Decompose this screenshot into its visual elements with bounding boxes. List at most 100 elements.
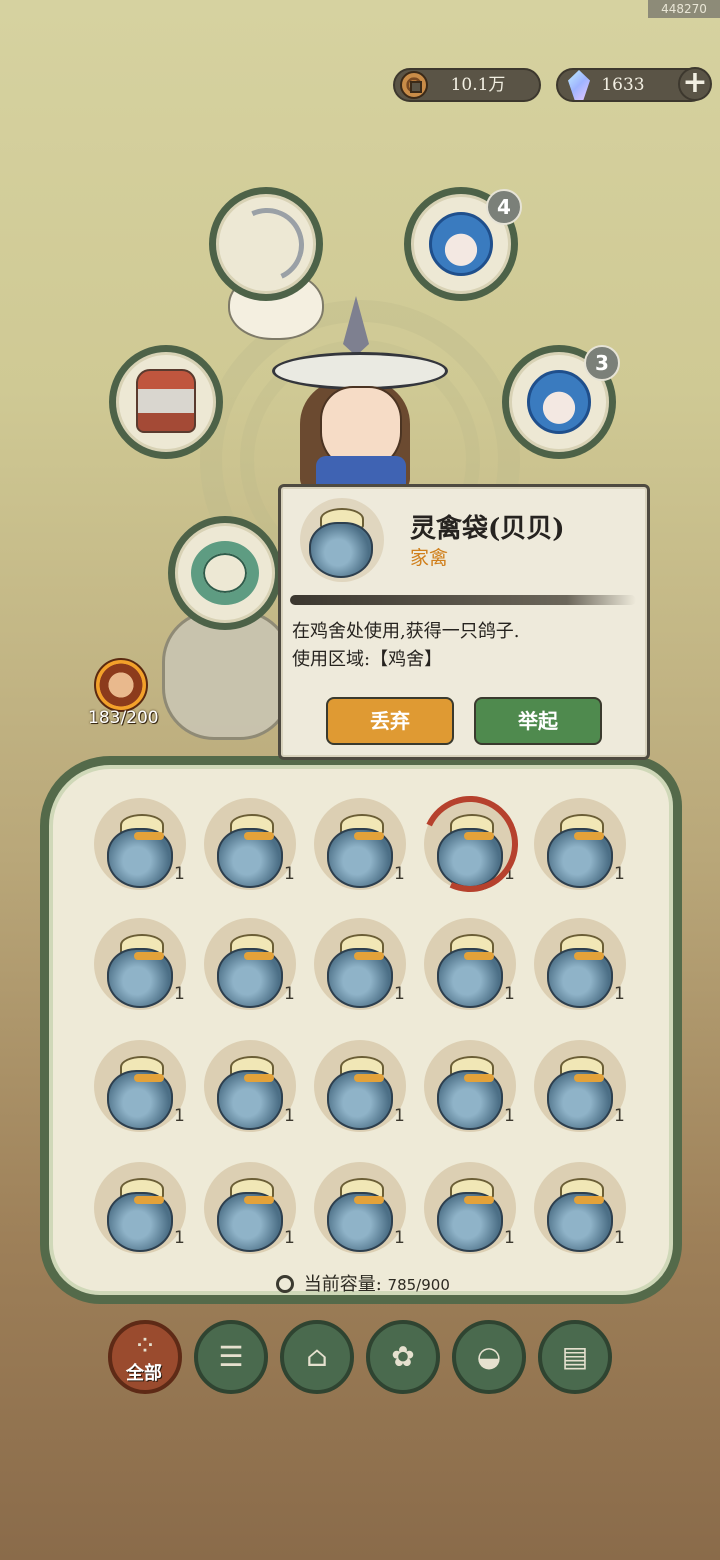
item-quantity: 1: [614, 984, 625, 1004]
item-quantity: 1: [284, 1228, 295, 1248]
bag-ribbon: [134, 952, 164, 960]
inventory-slot[interactable]: 1: [314, 1162, 406, 1254]
bag-ribbon: [354, 1196, 384, 1204]
bag-ribbon: [134, 832, 164, 840]
bag-ribbon: [134, 1196, 164, 1204]
bag-ribbon: [574, 1196, 604, 1204]
log-icon: ☰: [218, 1340, 244, 1373]
inventory-slot[interactable]: 1: [314, 918, 406, 1010]
inventory-slot[interactable]: 1: [204, 798, 296, 890]
character-hat: [272, 352, 448, 390]
item-quantity: 1: [174, 984, 185, 1004]
tab-label: 全部: [126, 1363, 162, 1384]
item-quantity: 1: [284, 864, 295, 884]
weapon-slot[interactable]: [209, 187, 323, 301]
tab-food[interactable]: ◒: [452, 1320, 526, 1394]
tooltip-divider: [290, 595, 636, 605]
item-quantity: 1: [174, 864, 185, 884]
inventory-slot[interactable]: 1: [534, 1162, 626, 1254]
bag-ribbon: [574, 832, 604, 840]
energy-icon[interactable]: [94, 658, 148, 712]
bag-ribbon: [464, 1074, 494, 1082]
item-quantity: 1: [394, 864, 405, 884]
tooltip-description-line-2: 使用区域:【鸡舍】: [292, 649, 443, 670]
bracelet-icon: [191, 541, 259, 605]
tab-wood[interactable]: ☰: [194, 1320, 268, 1394]
tooltip-description-line-1: 在鸡舍处使用,获得一只鸽子.: [292, 621, 520, 642]
inventory-slot[interactable]: 1: [94, 918, 186, 1010]
tooltip-description: 在鸡舍处使用,获得一只鸽子. 使用区域:【鸡舍】: [292, 618, 632, 674]
inventory-slot[interactable]: 1: [94, 1162, 186, 1254]
inventory-slot[interactable]: 1: [534, 1040, 626, 1132]
item-quantity: 1: [614, 1228, 625, 1248]
bag-ribbon: [354, 832, 384, 840]
item-quantity: 1: [284, 1106, 295, 1126]
rice-bowl-icon: ◒: [476, 1340, 502, 1373]
item-quantity: 1: [614, 864, 625, 884]
capacity-display: 当前容量: 785/900: [276, 1270, 450, 1296]
item-quantity: 1: [284, 984, 295, 1004]
item-quantity: 1: [394, 1106, 405, 1126]
house-icon: ⌂: [306, 1340, 328, 1373]
item-quantity: 1: [394, 1228, 405, 1248]
discard-button[interactable]: 丢弃: [326, 697, 454, 745]
pet-slot-2-count-badge: 3: [584, 345, 620, 381]
bag-ribbon: [244, 832, 274, 840]
inventory-slot[interactable]: 1: [408, 782, 532, 906]
inventory-slot[interactable]: 1: [204, 918, 296, 1010]
inventory-slot[interactable]: 1: [534, 918, 626, 1010]
item-quantity: 1: [174, 1228, 185, 1248]
bow-icon: [219, 197, 315, 293]
capacity-label: 当前容量:: [303, 1274, 382, 1295]
tooltip-item-name: 灵禽袋(贝贝): [410, 514, 565, 544]
inventory-slot[interactable]: 1: [94, 1040, 186, 1132]
add-gems-button[interactable]: +: [678, 67, 712, 101]
bag-ribbon: [464, 952, 494, 960]
bag-icon: [309, 522, 373, 578]
tab-all[interactable]: ⁘ 全部: [108, 1320, 182, 1394]
item-quantity: 1: [504, 984, 515, 1004]
inventory-slot[interactable]: 1: [534, 798, 626, 890]
armor-icon: [136, 369, 196, 433]
capacity-value: 785/900: [387, 1276, 450, 1294]
lift-button[interactable]: 举起: [474, 697, 602, 745]
inventory-slot[interactable]: 1: [424, 1162, 516, 1254]
item-quantity: 1: [614, 1106, 625, 1126]
inventory-slot[interactable]: 1: [424, 918, 516, 1010]
inventory-slot[interactable]: 1: [314, 798, 406, 890]
coin-icon: [400, 71, 428, 99]
inventory-slot[interactable]: 1: [204, 1040, 296, 1132]
tooltip-item-type: 家禽: [410, 547, 449, 569]
tab-building[interactable]: ⌂: [280, 1320, 354, 1394]
bag-ribbon: [134, 1074, 164, 1082]
tab-herb[interactable]: ✿: [366, 1320, 440, 1394]
leaf-icon: ✿: [391, 1340, 415, 1373]
capacity-icon: [276, 1275, 294, 1293]
item-quantity: 1: [174, 1106, 185, 1126]
inventory-slot[interactable]: 1: [94, 798, 186, 890]
inventory-slot[interactable]: 1: [314, 1040, 406, 1132]
bag-ribbon: [244, 1074, 274, 1082]
armor-slot[interactable]: [109, 345, 223, 459]
accessory-slot[interactable]: [168, 516, 282, 630]
inventory-slot[interactable]: 1: [424, 1040, 516, 1132]
user-id-label: 448270: [648, 0, 720, 18]
item-quantity: 1: [504, 1228, 515, 1248]
pet-slot-1-count-badge: 4: [486, 189, 522, 225]
bag-ribbon: [464, 1196, 494, 1204]
coin-amount: 10.1万: [450, 75, 506, 95]
energy-value: 183/200: [88, 708, 159, 728]
item-quantity: 1: [504, 1106, 515, 1126]
gem-amount: 1633: [601, 75, 645, 95]
bag-ribbon: [244, 1196, 274, 1204]
bag-ribbon: [354, 1074, 384, 1082]
pet-portrait-icon: [527, 370, 591, 434]
bag-ribbon: [574, 952, 604, 960]
bag-ribbon: [244, 952, 274, 960]
bag-ribbon: [354, 952, 384, 960]
item-quantity: 1: [394, 984, 405, 1004]
tab-scroll[interactable]: ▤: [538, 1320, 612, 1394]
pet-portrait-icon: [429, 212, 493, 276]
inventory-slot[interactable]: 1: [204, 1162, 296, 1254]
scroll-icon: ▤: [561, 1340, 589, 1373]
